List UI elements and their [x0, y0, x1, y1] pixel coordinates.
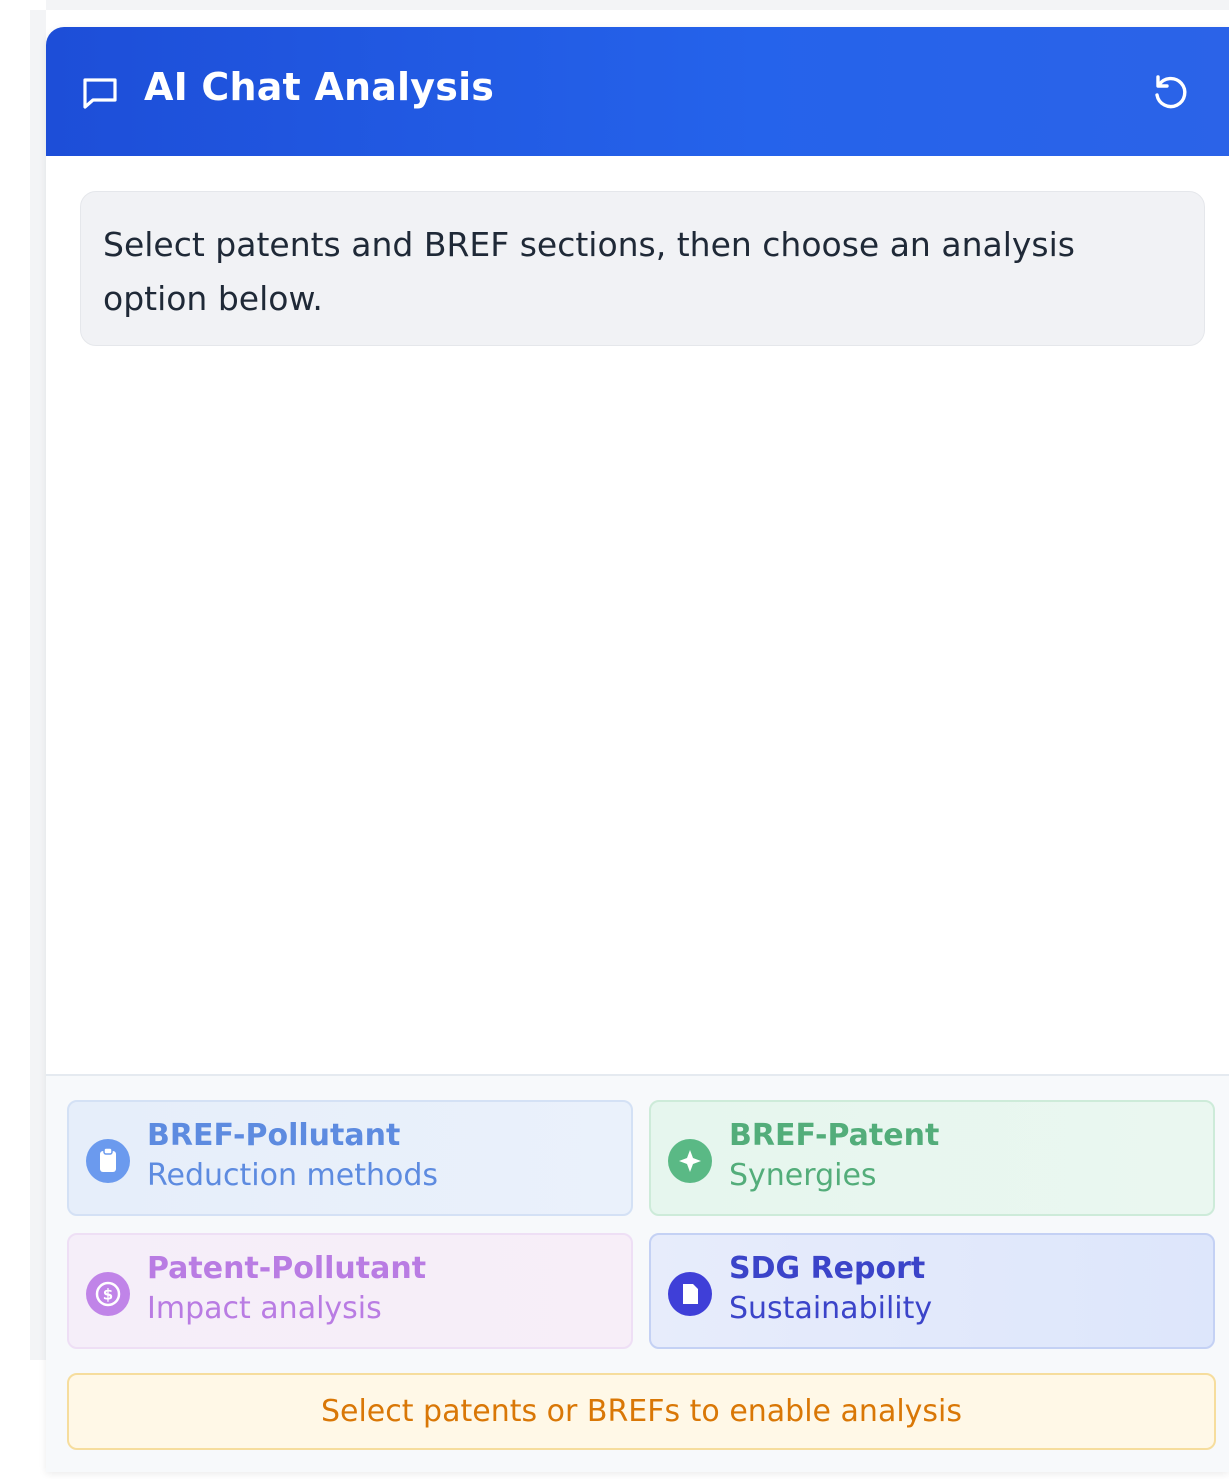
option-subtitle: Sustainability [729, 1291, 933, 1326]
assistant-message: Select patents and BREF sections, then c… [80, 191, 1205, 346]
chat-panel: AI Chat Analysis Select patents and BREF… [46, 27, 1229, 1472]
clipboard-icon [86, 1139, 130, 1183]
sparkle-icon [668, 1139, 712, 1183]
option-title: Patent-Pollutant [147, 1251, 427, 1286]
page-background-strip [30, 10, 46, 1360]
bref-pollutant-option[interactable]: BREF-Pollutant Reduction methods [67, 1100, 633, 1216]
analysis-options-footer: BREF-Pollutant Reduction methods BREF-Pa… [46, 1074, 1229, 1472]
rotate-ccw-icon[interactable] [1149, 71, 1193, 115]
chat-bubble-icon [83, 78, 117, 109]
document-icon [668, 1272, 712, 1316]
option-title: SDG Report [729, 1251, 926, 1286]
page-background-top [0, 0, 1229, 10]
svg-text:$: $ [103, 1286, 113, 1304]
dollar-icon: $ [86, 1272, 130, 1316]
patent-pollutant-option[interactable]: $ Patent-Pollutant Impact analysis [67, 1233, 633, 1349]
chat-header: AI Chat Analysis [46, 27, 1229, 156]
option-title: BREF-Patent [729, 1118, 940, 1153]
option-title: BREF-Pollutant [147, 1118, 401, 1153]
option-subtitle: Reduction methods [147, 1158, 438, 1193]
analysis-notice: Select patents or BREFs to enable analys… [67, 1373, 1216, 1450]
bref-patent-option[interactable]: BREF-Patent Synergies [649, 1100, 1215, 1216]
option-subtitle: Synergies [729, 1158, 877, 1193]
header-title: AI Chat Analysis [144, 65, 495, 109]
sdg-report-option[interactable]: SDG Report Sustainability [649, 1233, 1215, 1349]
option-subtitle: Impact analysis [147, 1291, 382, 1326]
